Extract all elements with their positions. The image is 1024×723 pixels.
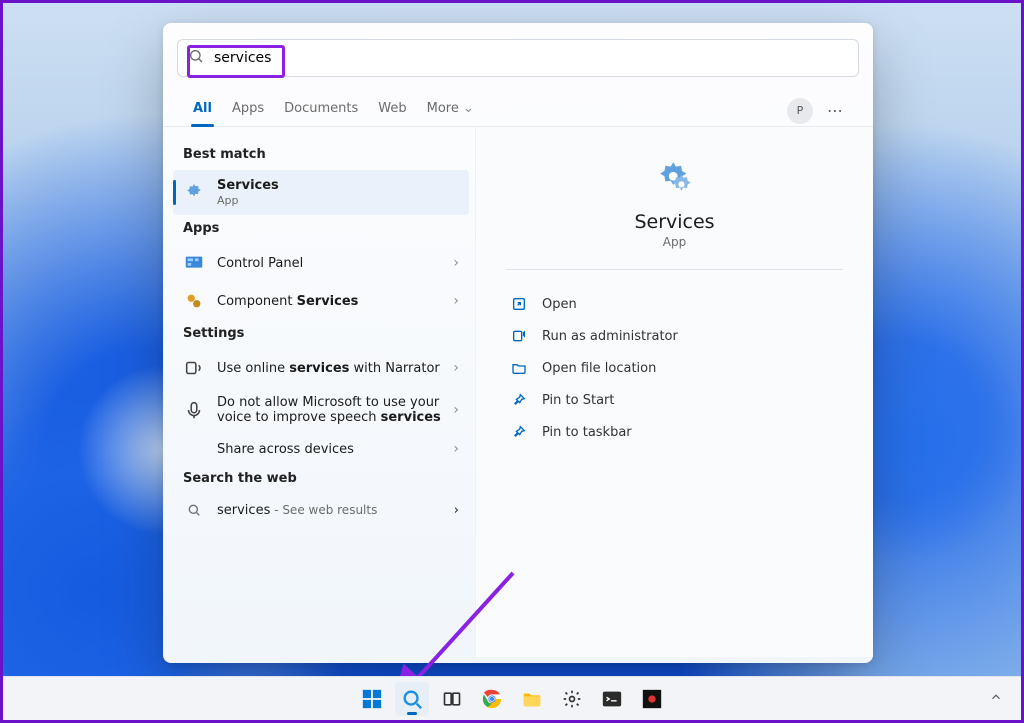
chevron-right-icon: › [453, 360, 459, 376]
details-subtitle: App [663, 235, 686, 249]
action-label: Open file location [542, 361, 656, 376]
result-title: Do not allow Microsoft to use your voice… [217, 395, 447, 425]
action-label: Pin to taskbar [542, 425, 632, 440]
search-input[interactable] [212, 49, 848, 67]
system-tray [983, 684, 1009, 714]
desktop: All Apps Documents Web More ⌄ P ⋯ Best ma… [0, 0, 1024, 723]
pin-icon [510, 391, 528, 409]
section-best-match: Best match [173, 141, 469, 170]
web-query: services [217, 503, 270, 518]
chevron-right-icon: › [454, 503, 459, 518]
result-subtitle: App [217, 194, 459, 207]
app-button[interactable] [635, 682, 669, 716]
search-panel: All Apps Documents Web More ⌄ P ⋯ Best ma… [163, 23, 873, 663]
search-icon [188, 48, 212, 68]
chevron-right-icon: › [453, 402, 459, 418]
terminal-button[interactable] [595, 682, 629, 716]
action-open[interactable]: Open [506, 288, 843, 320]
settings-button[interactable] [555, 682, 589, 716]
result-title: Share across devices [217, 442, 447, 457]
result-title: Services [217, 178, 459, 193]
narrator-icon [183, 357, 205, 379]
chevron-right-icon: › [453, 441, 459, 457]
chevron-right-icon: › [453, 293, 459, 309]
chevron-down-icon: ⌄ [463, 101, 474, 116]
details-header: Services App [506, 157, 843, 270]
tab-more-label: More [427, 101, 459, 116]
chevron-right-icon: › [453, 255, 459, 271]
result-best-match[interactable]: Services App [173, 170, 469, 215]
section-settings: Settings [173, 320, 469, 349]
search-button[interactable] [395, 682, 429, 716]
details-pane: Services App Open Run as administrator [475, 127, 873, 657]
action-run-admin[interactable]: Run as administrator [506, 320, 843, 352]
action-pin-taskbar[interactable]: Pin to taskbar [506, 416, 843, 448]
result-setting-share-devices[interactable]: Share across devices › [173, 433, 469, 465]
tab-documents[interactable]: Documents [274, 95, 368, 126]
action-label: Run as administrator [542, 329, 678, 344]
taskbar-pinned [355, 682, 669, 716]
result-control-panel[interactable]: Control Panel › [173, 244, 469, 282]
web-hint: - See web results [270, 503, 377, 517]
services-icon [654, 157, 696, 199]
results-list: Best match Services App Apps Control P [163, 127, 475, 657]
more-options-button[interactable]: ⋯ [819, 97, 853, 124]
action-open-location[interactable]: Open file location [506, 352, 843, 384]
speech-icon [183, 399, 205, 421]
result-title: Use online services with Narrator [217, 361, 447, 376]
file-explorer-button[interactable] [515, 682, 549, 716]
action-label: Open [542, 297, 577, 312]
result-setting-speech[interactable]: Do not allow Microsoft to use your voice… [173, 387, 469, 433]
details-title: Services [634, 211, 714, 233]
folder-icon [510, 359, 528, 377]
tab-web[interactable]: Web [368, 95, 416, 126]
result-title: Control Panel [217, 256, 447, 271]
section-web: Search the web [173, 465, 469, 494]
result-component-services[interactable]: Component Services › [173, 282, 469, 320]
section-apps: Apps [173, 215, 469, 244]
result-setting-narrator[interactable]: Use online services with Narrator › [173, 349, 469, 387]
start-button[interactable] [355, 682, 389, 716]
chrome-button[interactable] [475, 682, 509, 716]
result-web-search[interactable]: services - See web results › [173, 494, 469, 526]
filter-tabs: All Apps Documents Web More ⌄ P ⋯ [163, 83, 873, 127]
results-area: Best match Services App Apps Control P [163, 127, 873, 657]
action-label: Pin to Start [542, 393, 614, 408]
user-avatar[interactable]: P [787, 98, 813, 124]
open-icon [510, 295, 528, 313]
taskbar [3, 676, 1021, 720]
search-area [163, 23, 873, 83]
search-icon [183, 502, 205, 518]
task-view-button[interactable] [435, 682, 469, 716]
pin-icon [510, 423, 528, 441]
action-pin-start[interactable]: Pin to Start [506, 384, 843, 416]
result-title: Component Services [217, 294, 447, 309]
tab-more[interactable]: More ⌄ [417, 95, 484, 126]
tab-all[interactable]: All [183, 95, 222, 126]
control-panel-icon [183, 252, 205, 274]
tray-overflow-button[interactable] [983, 684, 1009, 714]
search-box[interactable] [177, 39, 859, 77]
component-services-icon [183, 290, 205, 312]
tab-apps[interactable]: Apps [222, 95, 274, 126]
services-icon [183, 182, 205, 204]
shield-icon [510, 327, 528, 345]
